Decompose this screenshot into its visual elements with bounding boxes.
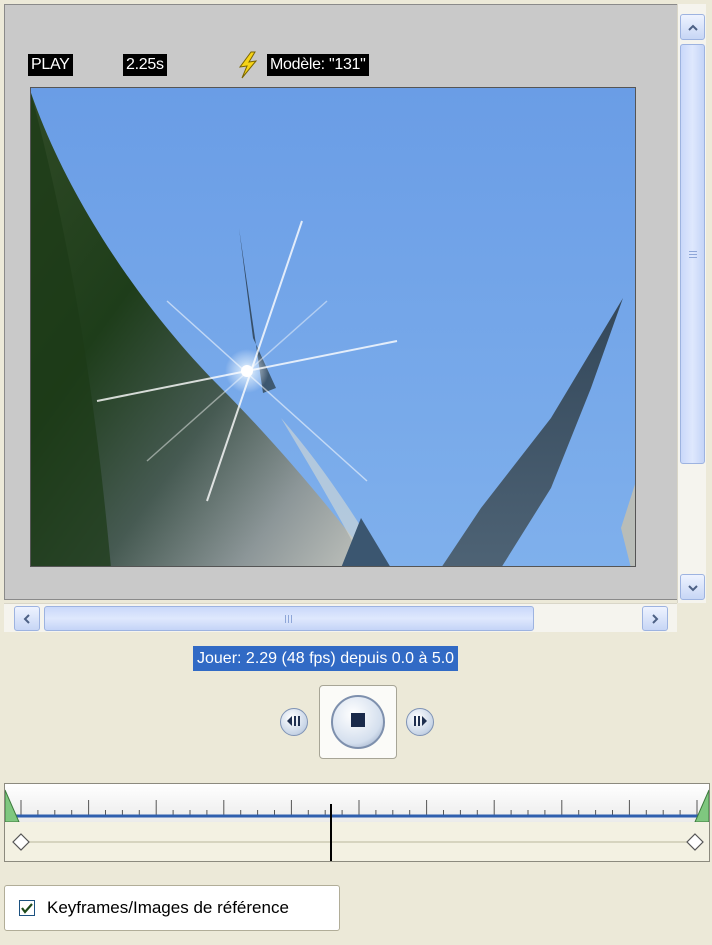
- keyframe-end[interactable]: [686, 833, 704, 851]
- time-label: 2.25s: [123, 54, 167, 76]
- chevron-down-icon: [687, 579, 698, 595]
- timeline-ruler[interactable]: [4, 784, 710, 823]
- scroll-up-button[interactable]: [680, 14, 705, 40]
- chevron-left-icon: [23, 611, 31, 627]
- scrollbar-corner: [677, 603, 706, 632]
- horizontal-scrollbar[interactable]: [4, 603, 677, 632]
- chevron-right-icon: [651, 611, 659, 627]
- stop-icon: [351, 712, 365, 732]
- step-forward-button[interactable]: [406, 708, 434, 736]
- stop-button-frame: [319, 685, 397, 759]
- chevron-up-icon: [687, 19, 698, 35]
- vertical-scroll-thumb[interactable]: [680, 44, 705, 464]
- scroll-right-button[interactable]: [642, 606, 668, 631]
- horizontal-scroll-thumb[interactable]: [44, 606, 534, 631]
- thumb-grip: [285, 615, 294, 623]
- video-frame: [30, 87, 636, 567]
- timeline[interactable]: [4, 783, 710, 862]
- lightning-bolt-icon: [237, 51, 259, 79]
- timeline-playhead[interactable]: [329, 804, 332, 861]
- keyframes-checkbox[interactable]: [19, 900, 35, 916]
- keyframe-start[interactable]: [12, 833, 30, 851]
- scroll-left-button[interactable]: [14, 606, 40, 631]
- mode-label: PLAY: [28, 54, 73, 76]
- step-back-button[interactable]: [280, 708, 308, 736]
- thumb-grip: [689, 250, 697, 258]
- stop-button[interactable]: [331, 695, 385, 749]
- preview-panel: PLAY 2.25s Modèle: "131": [4, 4, 680, 600]
- step-back-icon: [287, 713, 301, 731]
- start-marker[interactable]: [4, 789, 20, 823]
- model-label: Modèle: "131": [267, 54, 369, 76]
- step-forward-icon: [413, 713, 427, 731]
- keyframe-track[interactable]: [5, 822, 709, 861]
- checkmark-icon: [20, 902, 34, 919]
- vertical-scrollbar[interactable]: [677, 4, 706, 604]
- playback-status: Jouer: 2.29 (48 fps) depuis 0.0 à 5.0: [193, 646, 459, 671]
- scroll-down-button[interactable]: [680, 574, 705, 600]
- keyframes-label: Keyframes/Images de référence: [47, 898, 289, 917]
- keyframes-option[interactable]: Keyframes/Images de référence: [4, 885, 340, 931]
